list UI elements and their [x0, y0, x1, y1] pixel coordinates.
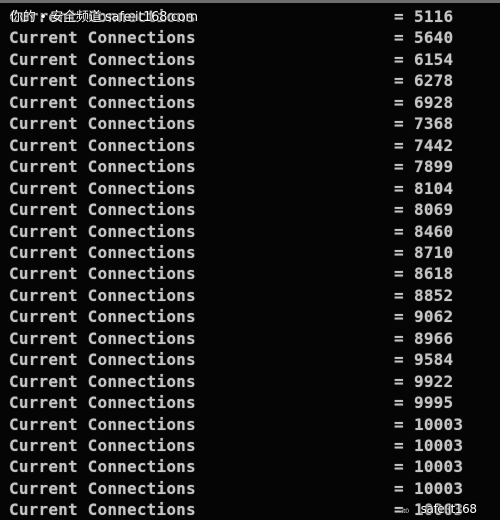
console-line: Current Connections = 8104 [0, 179, 500, 200]
equals-sign: = [394, 178, 404, 198]
console-line: Current Connections = 7442 [0, 136, 500, 157]
connection-count: 7368 [414, 114, 454, 134]
connection-count: 6928 [414, 92, 454, 112]
connection-count: 10003 [414, 457, 464, 477]
equals-sign: = [394, 49, 404, 69]
watermark-top: 你的 • 安全频道 safe.it168.com [10, 10, 198, 25]
connection-count: 6154 [414, 49, 454, 69]
connection-label: Current Connections [9, 71, 196, 91]
console-line: Current Connections = 9922 [0, 372, 500, 393]
equals-sign: = [394, 7, 404, 26]
connection-label: Current Connections [9, 371, 196, 391]
connection-count: 9584 [414, 350, 454, 370]
connection-label: Current Connections [9, 478, 196, 498]
console-line: Current Connections = 10003 [0, 436, 500, 457]
console-line: Current Connections = 9584 [0, 350, 500, 371]
connection-label: Current Connections [9, 157, 196, 177]
console-line: Current Connections = 8460 [0, 222, 500, 243]
connection-label: Current Connections [9, 178, 196, 198]
console-line: Current Connections = 7368 [0, 114, 500, 135]
console-line: Current Connections = 9062 [0, 307, 500, 328]
equals-sign: = [394, 92, 404, 112]
console-line: Current Connections = 6278 [0, 71, 500, 92]
connection-count: 7442 [414, 135, 454, 155]
watermark-logo-icon: it0 [402, 508, 409, 515]
connection-label: Current Connections [9, 264, 196, 284]
connection-count: 8618 [414, 264, 454, 284]
connection-label: Current Connections [9, 328, 196, 348]
connection-label: Current Connections [9, 114, 196, 134]
connection-count: 10003 [414, 414, 464, 434]
watermark-bottom: it0 safe.it168 [402, 502, 477, 516]
connection-label: Current Connections [9, 285, 196, 305]
console-line: Current Connections = 8069 [0, 200, 500, 221]
connection-count: 8069 [414, 200, 454, 220]
connection-label: Current Connections [9, 200, 196, 220]
equals-sign: = [394, 242, 404, 262]
connection-label: Current Connections [9, 350, 196, 370]
equals-sign: = [394, 157, 404, 177]
connection-count: 9922 [414, 371, 454, 391]
console-window: Current Connections = 5116 Current Connecti… [0, 0, 500, 520]
connection-label: Current Connections [9, 28, 196, 48]
connection-count: 7899 [414, 157, 454, 177]
connection-count: 8966 [414, 328, 454, 348]
equals-sign: = [394, 71, 404, 91]
connection-count: 10003 [414, 478, 464, 498]
connection-label: Current Connections [9, 393, 196, 413]
connection-label: Current Connections [9, 436, 196, 455]
console-line: Current Connections = 8618 [0, 264, 500, 285]
console-line: Current Connections = 5640 [0, 28, 500, 49]
watermark-bottom-text: safe.it168 [420, 502, 477, 516]
equals-sign: = [394, 200, 404, 220]
console-line: Current Connections = 6154 [0, 50, 500, 71]
equals-sign: = [394, 350, 404, 370]
equals-sign: = [394, 414, 404, 434]
equals-sign: = [394, 436, 404, 455]
connection-count: 8852 [414, 285, 454, 305]
console-line: Current Connections = 9995 [0, 393, 500, 414]
connection-label: Current Connections [9, 307, 196, 327]
connection-label: Current Connections [9, 242, 196, 262]
connection-label: Current Connections [9, 49, 196, 69]
connection-label: Current Connections [9, 414, 196, 434]
console-line: Current Connections = 8710 [0, 243, 500, 264]
connection-count: 5640 [414, 28, 454, 48]
connection-label: Current Connections [9, 457, 196, 477]
equals-sign: = [394, 221, 404, 241]
equals-sign: = [394, 478, 404, 498]
equals-sign: = [394, 264, 404, 284]
equals-sign: = [394, 285, 404, 305]
connection-label: Current Connections [9, 135, 196, 155]
console-line: Current Connections = 10003 [0, 479, 500, 500]
equals-sign: = [394, 307, 404, 327]
equals-sign: = [394, 457, 404, 477]
equals-sign: = [394, 28, 404, 48]
console-line: Current Connections = 8966 [0, 329, 500, 350]
equals-sign: = [394, 135, 404, 155]
equals-sign: = [394, 328, 404, 348]
connection-count: 8104 [414, 178, 454, 198]
equals-sign: = [394, 393, 404, 413]
connection-label: Current Connections [9, 221, 196, 241]
console-line: Current Connections = 10003 [0, 457, 500, 478]
connection-label: Current Connections [9, 500, 196, 520]
connection-count: 9062 [414, 307, 454, 327]
console-line: Current Connections = 6928 [0, 93, 500, 114]
connection-count: 8710 [414, 242, 454, 262]
connection-count: 9995 [414, 393, 454, 413]
console-line: Current Connections = 7899 [0, 157, 500, 178]
connection-count: 10003 [414, 436, 464, 455]
equals-sign: = [394, 114, 404, 134]
equals-sign: = [394, 371, 404, 391]
connection-count: 6278 [414, 71, 454, 91]
connection-count: 8460 [414, 221, 454, 241]
connection-count: 5116 [414, 7, 454, 26]
console-line: Current Connections = 10003 [0, 415, 500, 436]
console-line: Current Connections = 8852 [0, 286, 500, 307]
connection-label: Current Connections [9, 92, 196, 112]
